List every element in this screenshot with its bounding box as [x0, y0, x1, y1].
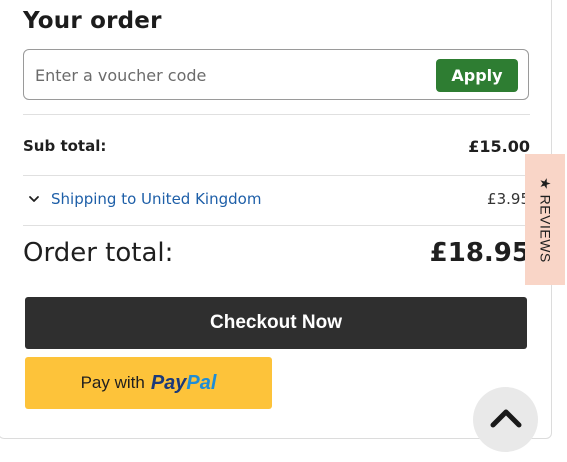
apply-button[interactable]: Apply [436, 59, 518, 92]
paypal-prefix: Pay with [80, 373, 145, 392]
reviews-label: ★ REVIEWS [537, 176, 554, 263]
subtotal-label: Sub total: [23, 137, 107, 155]
shipping-label: Shipping to United Kingdom [51, 190, 262, 208]
shipping-toggle[interactable]: Shipping to United Kingdom [27, 190, 261, 208]
divider [23, 175, 530, 176]
chevron-down-icon [27, 192, 41, 206]
order-title: Your order [23, 8, 162, 34]
subtotal-value: £15.00 [468, 137, 530, 156]
checkout-button[interactable]: Checkout Now [25, 297, 527, 349]
divider [23, 114, 530, 115]
order-total-label: Order total: [23, 238, 174, 268]
paypal-button[interactable]: Pay with PayPal [25, 357, 272, 409]
shipping-value: £3.95 [487, 190, 530, 208]
voucher-field: Apply [23, 49, 529, 100]
reviews-tab[interactable]: ★ REVIEWS [525, 154, 565, 285]
chevron-up-icon [489, 407, 523, 433]
divider [23, 225, 530, 226]
voucher-input[interactable] [33, 62, 417, 88]
order-total-value: £18.95 [429, 238, 530, 268]
scroll-to-top-button[interactable] [473, 387, 538, 452]
paypal-logo: PayPal [150, 371, 217, 394]
